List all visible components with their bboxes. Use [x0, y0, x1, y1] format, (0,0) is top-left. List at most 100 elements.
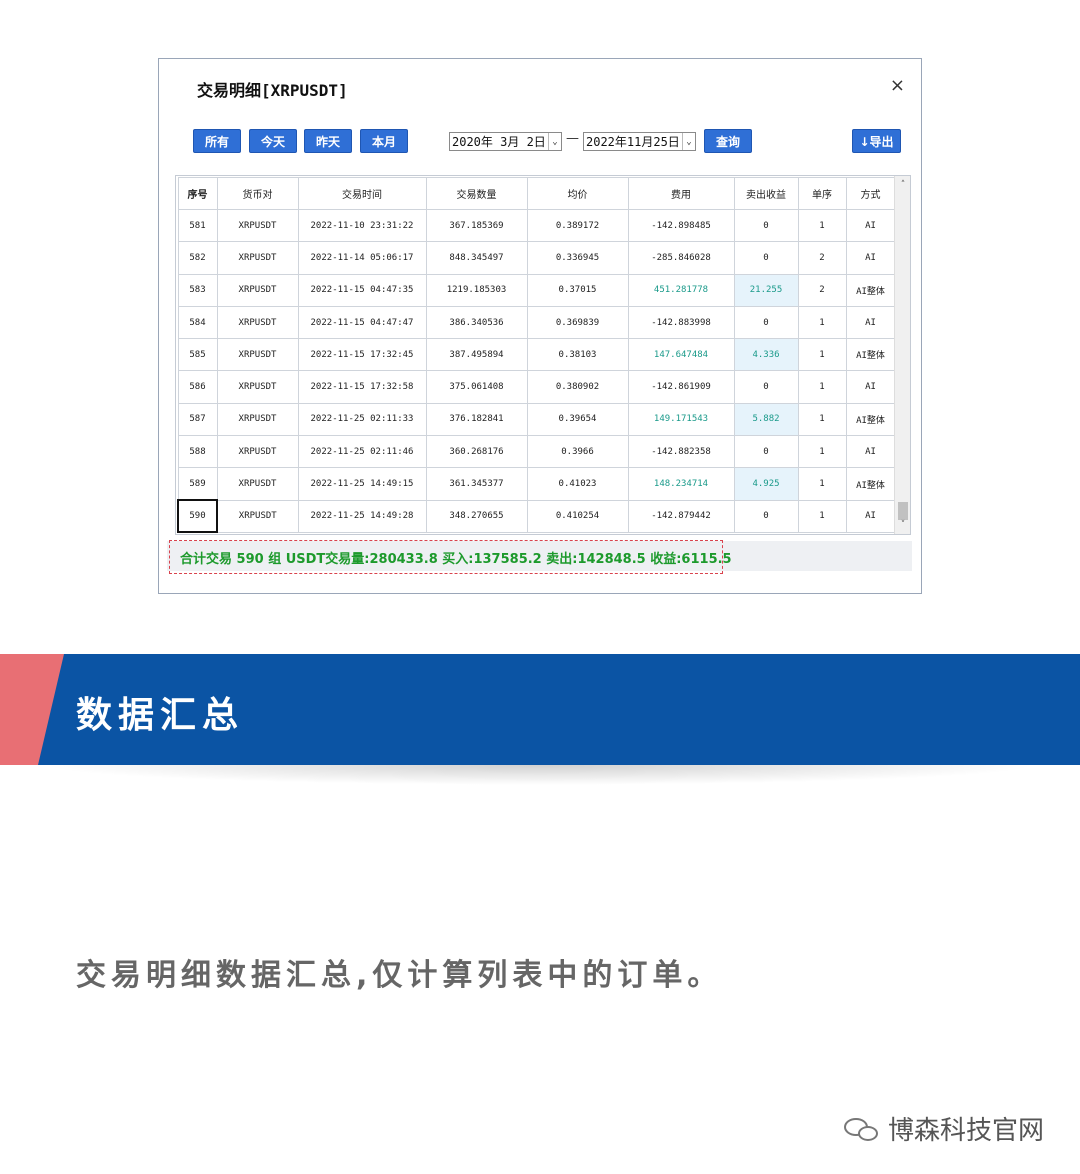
table-cell[interactable]: 147.647484: [627, 338, 735, 372]
table-cell[interactable]: 0.369839: [526, 305, 629, 340]
table-cell[interactable]: 0: [733, 435, 799, 469]
table-cell[interactable]: 361.345377: [425, 467, 528, 501]
table-cell[interactable]: AI整体: [845, 273, 896, 307]
chevron-down-icon[interactable]: ⌄: [548, 133, 561, 150]
table-cell[interactable]: 451.281778: [627, 273, 735, 307]
table-cell[interactable]: XRPUSDT: [216, 208, 299, 243]
table-cell[interactable]: AI整体: [845, 467, 896, 501]
export-button[interactable]: ↓导出: [852, 129, 901, 153]
date-to-picker[interactable]: 2022年11月25日 ⌄: [583, 132, 696, 151]
column-header[interactable]: 货币对: [216, 177, 299, 210]
table-cell[interactable]: XRPUSDT: [216, 435, 299, 469]
table-cell[interactable]: AI: [845, 305, 896, 340]
table-row[interactable]: 590 XRPUSDT 2022-11-25 14:49:28 348.270655 0…: [177, 499, 896, 534]
table-cell[interactable]: 1: [797, 467, 847, 501]
table-cell[interactable]: XRPUSDT: [216, 241, 299, 275]
table-row[interactable]: 584 XRPUSDT 2022-11-15 04:47:47 386.340536 0…: [177, 305, 896, 340]
table-cell[interactable]: 589: [177, 467, 218, 501]
table-cell[interactable]: 360.268176: [425, 435, 528, 469]
column-header[interactable]: 交易时间: [297, 177, 427, 210]
column-header[interactable]: 方式: [845, 177, 896, 210]
table-cell[interactable]: 4.336: [733, 338, 799, 372]
table-cell[interactable]: 0: [733, 499, 799, 533]
filter-today-button[interactable]: 今天: [249, 129, 297, 153]
table-cell[interactable]: -142.861909: [627, 370, 735, 404]
table-cell[interactable]: -285.846028: [627, 241, 735, 275]
table-cell[interactable]: 584: [177, 305, 218, 340]
table-cell[interactable]: 0.38103: [526, 338, 629, 372]
vertical-scrollbar[interactable]: ˄ ˅: [894, 176, 910, 534]
table-cell[interactable]: 590: [177, 499, 218, 534]
table-cell[interactable]: 588: [177, 435, 218, 469]
table-cell[interactable]: 2022-11-15 17:32:45: [297, 338, 427, 372]
column-header[interactable]: 交易数量: [425, 177, 528, 210]
table-cell[interactable]: 387.495894: [425, 338, 528, 372]
date-from-picker[interactable]: 2020年 3月 2日 ⌄: [449, 132, 562, 151]
table-cell[interactable]: 5.882: [733, 402, 799, 437]
column-header[interactable]: 费用: [627, 177, 735, 210]
table-cell[interactable]: 586: [177, 370, 218, 404]
table-cell[interactable]: 1219.185303: [425, 273, 528, 307]
table-row[interactable]: 581 XRPUSDT 2022-11-10 23:31:22 367.185369 0…: [177, 208, 896, 243]
table-row[interactable]: 583 XRPUSDT 2022-11-15 04:47:35 1219.185303…: [177, 273, 896, 307]
table-cell[interactable]: AI: [845, 241, 896, 275]
column-header[interactable]: 卖出收益: [733, 177, 799, 210]
table-cell[interactable]: AI: [845, 499, 896, 533]
table-cell[interactable]: AI: [845, 370, 896, 404]
table-cell[interactable]: 2022-11-25 14:49:28: [297, 499, 427, 533]
table-cell[interactable]: -142.879442: [627, 499, 735, 533]
table-cell[interactable]: 1: [797, 435, 847, 469]
table-cell[interactable]: AI: [845, 208, 896, 243]
table-cell[interactable]: 0: [733, 305, 799, 340]
table-cell[interactable]: 0.41023: [526, 467, 629, 501]
table-row[interactable]: 586 XRPUSDT 2022-11-15 17:32:58 375.061408 0…: [177, 370, 896, 404]
table-cell[interactable]: 587: [177, 402, 218, 437]
scroll-down-icon[interactable]: ˅: [895, 518, 910, 532]
table-cell[interactable]: AI: [845, 435, 896, 469]
table-cell[interactable]: 2: [797, 273, 847, 307]
table-cell[interactable]: -142.882358: [627, 435, 735, 469]
table-cell[interactable]: XRPUSDT: [216, 467, 299, 501]
table-cell[interactable]: 0: [733, 208, 799, 243]
table-cell[interactable]: 375.061408: [425, 370, 528, 404]
table-cell[interactable]: 376.182841: [425, 402, 528, 437]
table-row[interactable]: 587 XRPUSDT 2022-11-25 02:11:33 376.182841 0…: [177, 402, 896, 437]
table-cell[interactable]: 2022-11-14 05:06:17: [297, 241, 427, 275]
table-cell[interactable]: 21.255: [733, 273, 799, 307]
table-cell[interactable]: 4.925: [733, 467, 799, 501]
filter-yesterday-button[interactable]: 昨天: [304, 129, 352, 153]
column-header[interactable]: 均价: [526, 177, 629, 210]
column-header[interactable]: 单序: [797, 177, 847, 210]
table-cell[interactable]: 367.185369: [425, 208, 528, 243]
table-cell[interactable]: 0: [733, 241, 799, 275]
query-button[interactable]: 查询: [704, 129, 752, 153]
filter-all-button[interactable]: 所有: [193, 129, 241, 153]
column-header[interactable]: 序号: [177, 177, 218, 210]
table-cell[interactable]: 581: [177, 208, 218, 243]
table-cell[interactable]: 2022-11-25 02:11:46: [297, 435, 427, 469]
table-cell[interactable]: 2: [797, 241, 847, 275]
table-cell[interactable]: -142.883998: [627, 305, 735, 340]
table-cell[interactable]: XRPUSDT: [216, 338, 299, 372]
table-cell[interactable]: 148.234714: [627, 467, 735, 501]
chevron-down-icon[interactable]: ⌄: [682, 133, 695, 150]
table-cell[interactable]: 2022-11-15 04:47:47: [297, 305, 427, 340]
table-row[interactable]: 585 XRPUSDT 2022-11-15 17:32:45 387.495894 0…: [177, 338, 896, 372]
table-cell[interactable]: 585: [177, 338, 218, 372]
table-cell[interactable]: 386.340536: [425, 305, 528, 340]
table-cell[interactable]: 0.39654: [526, 402, 629, 437]
table-cell[interactable]: 1: [797, 305, 847, 340]
table-cell[interactable]: 0.37015: [526, 273, 629, 307]
table-cell[interactable]: 0: [733, 370, 799, 404]
table-cell[interactable]: 2022-11-25 14:49:15: [297, 467, 427, 501]
table-cell[interactable]: 0.410254: [526, 499, 629, 533]
scroll-up-icon[interactable]: ˄: [895, 178, 910, 192]
table-cell[interactable]: XRPUSDT: [216, 370, 299, 404]
close-icon[interactable]: ×: [890, 75, 905, 96]
table-cell[interactable]: 0.3966: [526, 435, 629, 469]
table-cell[interactable]: AI整体: [845, 402, 896, 437]
table-cell[interactable]: XRPUSDT: [216, 499, 299, 533]
table-cell[interactable]: AI整体: [845, 338, 896, 372]
table-cell[interactable]: 348.270655: [425, 499, 528, 533]
table-cell[interactable]: 1: [797, 338, 847, 372]
